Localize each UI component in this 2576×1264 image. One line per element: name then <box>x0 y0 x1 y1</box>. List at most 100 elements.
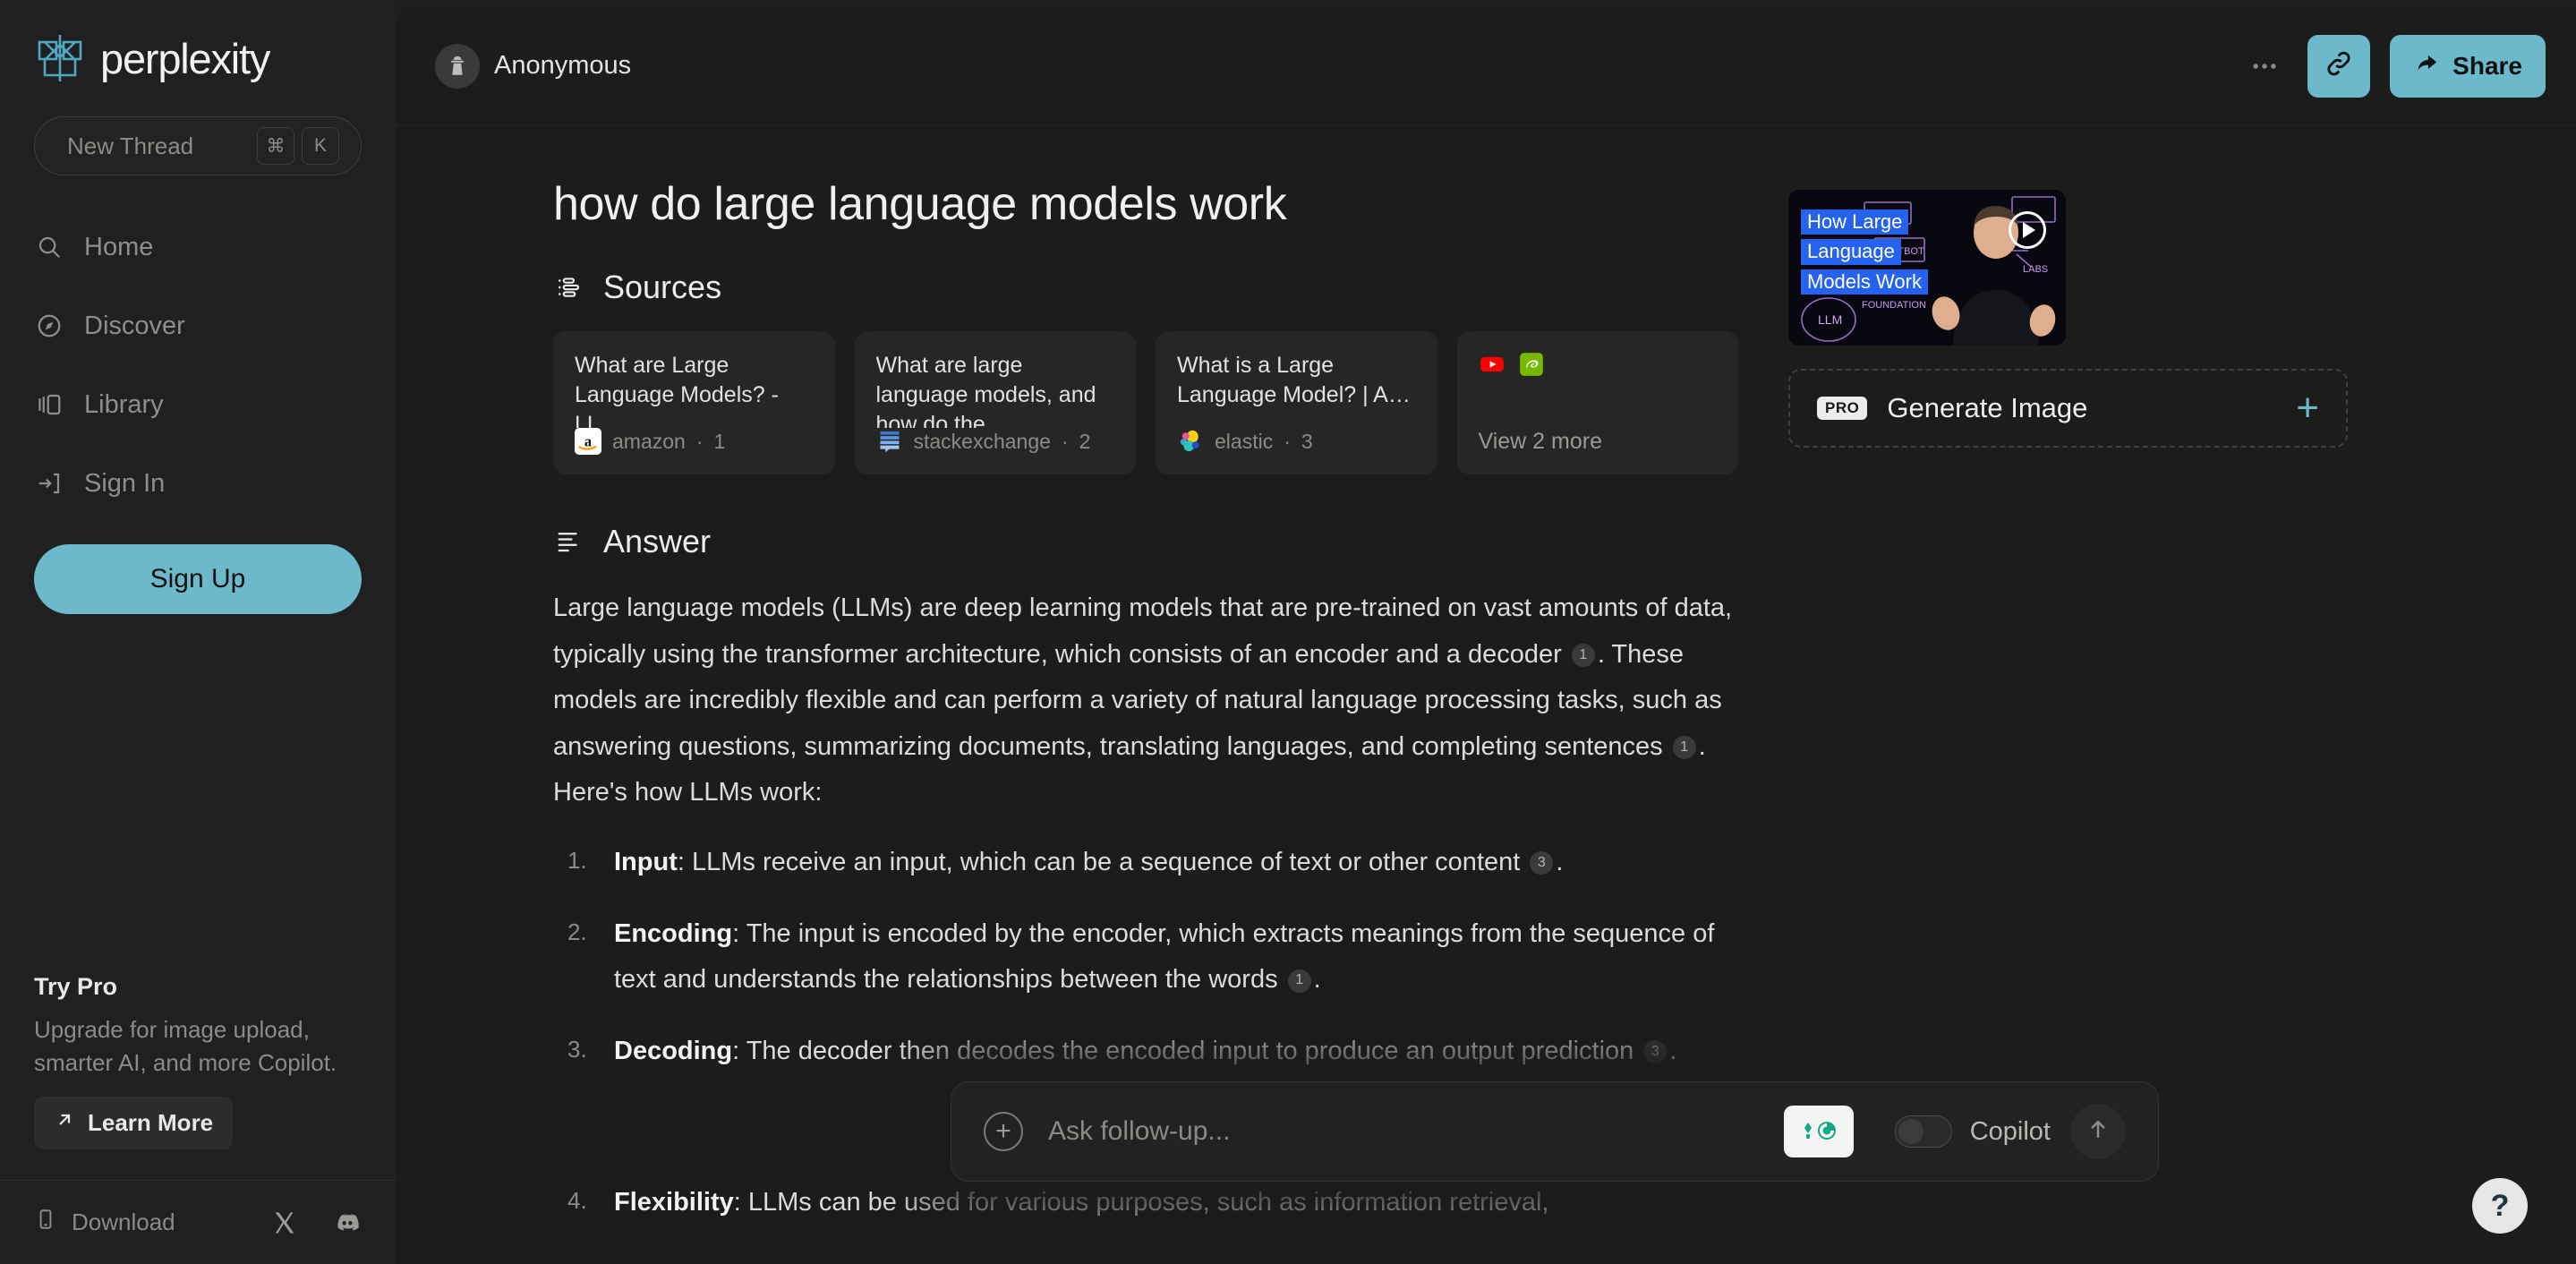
share-button[interactable]: Share <box>2390 34 2546 98</box>
sidebar-footer: Download <box>0 1180 396 1264</box>
share-label: Share <box>2452 51 2522 80</box>
play-circle-icon[interactable] <box>2009 211 2046 249</box>
copy-link-button[interactable] <box>2307 34 2371 98</box>
list-item-text: : The input is encoded by the encoder, w… <box>614 918 1715 995</box>
user-label: Anonymous <box>494 51 632 80</box>
view-more-sources-button[interactable]: View 2 more <box>1456 331 1738 474</box>
plus-icon[interactable]: + <box>2296 389 2319 428</box>
source-meta: stackexchange · 2 <box>876 428 1115 455</box>
list-item-tail: . <box>1669 1036 1677 1065</box>
followup-input[interactable] <box>1023 1116 1784 1147</box>
learn-more-button[interactable]: Learn More <box>34 1097 234 1149</box>
list-item: Input: LLMs receive an input, which can … <box>553 840 1738 886</box>
help-button[interactable]: ? <box>2472 1178 2528 1234</box>
learn-more-label: Learn More <box>88 1109 214 1136</box>
citation-badge[interactable]: 3 <box>1530 851 1554 875</box>
avatar[interactable] <box>435 43 480 89</box>
perplexity-logo-icon <box>34 32 86 84</box>
more-options-button[interactable] <box>2241 43 2288 90</box>
source-meta: elastic · 3 <box>1177 428 1416 455</box>
list-item: Flexibility: LLMs can be used for variou… <box>553 1180 1738 1226</box>
video-title-overlay: How Large Language Models Work <box>1801 209 1928 295</box>
plus-circle-icon[interactable]: + <box>984 1112 1023 1151</box>
more-source-icons <box>1479 351 1718 378</box>
share-arrow-icon <box>2413 49 2440 82</box>
answer-paragraph: Large language models (LLMs) are deep le… <box>553 585 1738 816</box>
compass-icon <box>34 311 64 341</box>
citation-badge[interactable]: 3 <box>1643 1040 1668 1064</box>
svg-text:FOUNDATION: FOUNDATION <box>1862 300 1926 311</box>
sidebar-item-label-sign-in: Sign In <box>84 468 166 498</box>
sources-heading-label: Sources <box>603 269 722 305</box>
sidebar: perplexity New Thread ⌘ K Home Discover … <box>0 0 396 1264</box>
shortcut-key-cmd: ⌘ <box>257 127 294 165</box>
list-item-text: : LLMs receive an input, which can be a … <box>677 848 1521 877</box>
video-thumbnail[interactable]: TA CHATBOT LLM FOUNDATION LABS <box>1788 190 2066 346</box>
citation-badge[interactable]: 1 <box>1571 643 1595 667</box>
source-dot: · <box>695 429 704 453</box>
source-card-elastic[interactable]: What is a Large Language Model? | A… ela… <box>1156 331 1437 474</box>
x-twitter-icon[interactable] <box>270 1208 299 1237</box>
source-domain: stackexchange <box>913 429 1051 453</box>
elastic-favicon <box>1177 428 1204 455</box>
video-title-line: Models Work <box>1801 269 1928 295</box>
generate-image-label: Generate Image <box>1887 392 2088 423</box>
answer-heading-label: Answer <box>603 523 712 559</box>
sign-in-icon <box>34 468 64 499</box>
app-root: perplexity New Thread ⌘ K Home Discover … <box>0 0 2576 1264</box>
citation-badge[interactable]: 1 <box>1287 969 1311 993</box>
list-item-term: Encoding <box>614 918 733 948</box>
generate-image-button[interactable]: PRO Generate Image + <box>1788 369 2348 448</box>
sidebar-item-discover[interactable]: Discover <box>0 286 396 365</box>
new-thread-button[interactable]: New Thread ⌘ K <box>34 116 362 175</box>
copilot-toggle[interactable] <box>1894 1115 1952 1148</box>
source-card-stackexchange[interactable]: What are large language models, and how … <box>854 331 1136 474</box>
download-button[interactable]: Download <box>34 1208 175 1237</box>
discord-icon[interactable] <box>333 1208 362 1237</box>
main-content: Anonymous Share how do large language mo… <box>396 7 2576 1264</box>
send-button[interactable] <box>2070 1104 2126 1159</box>
arrow-up-right-icon <box>54 1109 75 1137</box>
mobile-icon <box>34 1208 57 1237</box>
source-title: What is a Large Language Model? | A… <box>1177 353 1411 407</box>
followup-composer: + Copilot <box>951 1081 2159 1182</box>
youtube-favicon <box>1479 351 1506 378</box>
shortcut-key-k: K <box>302 127 339 165</box>
pro-badge: PRO <box>1817 397 1868 420</box>
citation-badge[interactable]: 1 <box>1672 736 1696 760</box>
list-item: Encoding: The input is encoded by the en… <box>553 911 1738 1004</box>
logo[interactable]: perplexity <box>0 0 396 84</box>
sidebar-item-label-home: Home <box>84 232 154 261</box>
toggle-knob <box>1898 1119 1923 1144</box>
content-wrap: how do large language models work Source… <box>396 125 2576 1264</box>
sources-list-icon <box>553 271 585 303</box>
source-title: What are Large Language Models? - LL… <box>575 353 779 428</box>
list-item-term: Input <box>614 848 678 877</box>
answer-text-a: Large language models (LLMs) are deep le… <box>553 594 1733 669</box>
sidebar-item-label-discover: Discover <box>84 311 185 340</box>
arrow-up-icon <box>2085 1116 2111 1148</box>
sources-heading: Sources <box>553 269 1738 306</box>
library-icon <box>34 389 64 420</box>
logo-wordmark: perplexity <box>100 34 270 82</box>
sidebar-item-home[interactable]: Home <box>0 208 396 286</box>
social-links <box>270 1208 362 1237</box>
question-mark-icon: ? <box>2490 1188 2510 1223</box>
answer-lines-icon <box>553 525 585 558</box>
list-item-tail: . <box>1556 848 1564 877</box>
try-pro-description: Upgrade for image upload, smarter AI, an… <box>34 1015 337 1077</box>
source-meta: a amazon · 1 <box>575 428 814 455</box>
list-item-tail: . <box>1313 965 1321 995</box>
sign-up-button[interactable]: Sign Up <box>34 544 362 614</box>
list-item-text: : The decoder then decodes the encoded i… <box>732 1036 1634 1065</box>
grammarly-icon[interactable] <box>1783 1106 1854 1157</box>
sidebar-item-library[interactable]: Library <box>0 365 396 444</box>
stackexchange-favicon <box>876 428 903 455</box>
list-item-term: Decoding <box>614 1036 733 1065</box>
amazon-favicon: a <box>575 428 601 455</box>
svg-text:LLM: LLM <box>1818 312 1842 327</box>
sidebar-item-sign-in[interactable]: Sign In <box>0 444 396 523</box>
sidebar-nav: Home Discover Library Sign In <box>0 208 396 523</box>
source-card-amazon[interactable]: What are Large Language Models? - LL… a … <box>553 331 835 474</box>
